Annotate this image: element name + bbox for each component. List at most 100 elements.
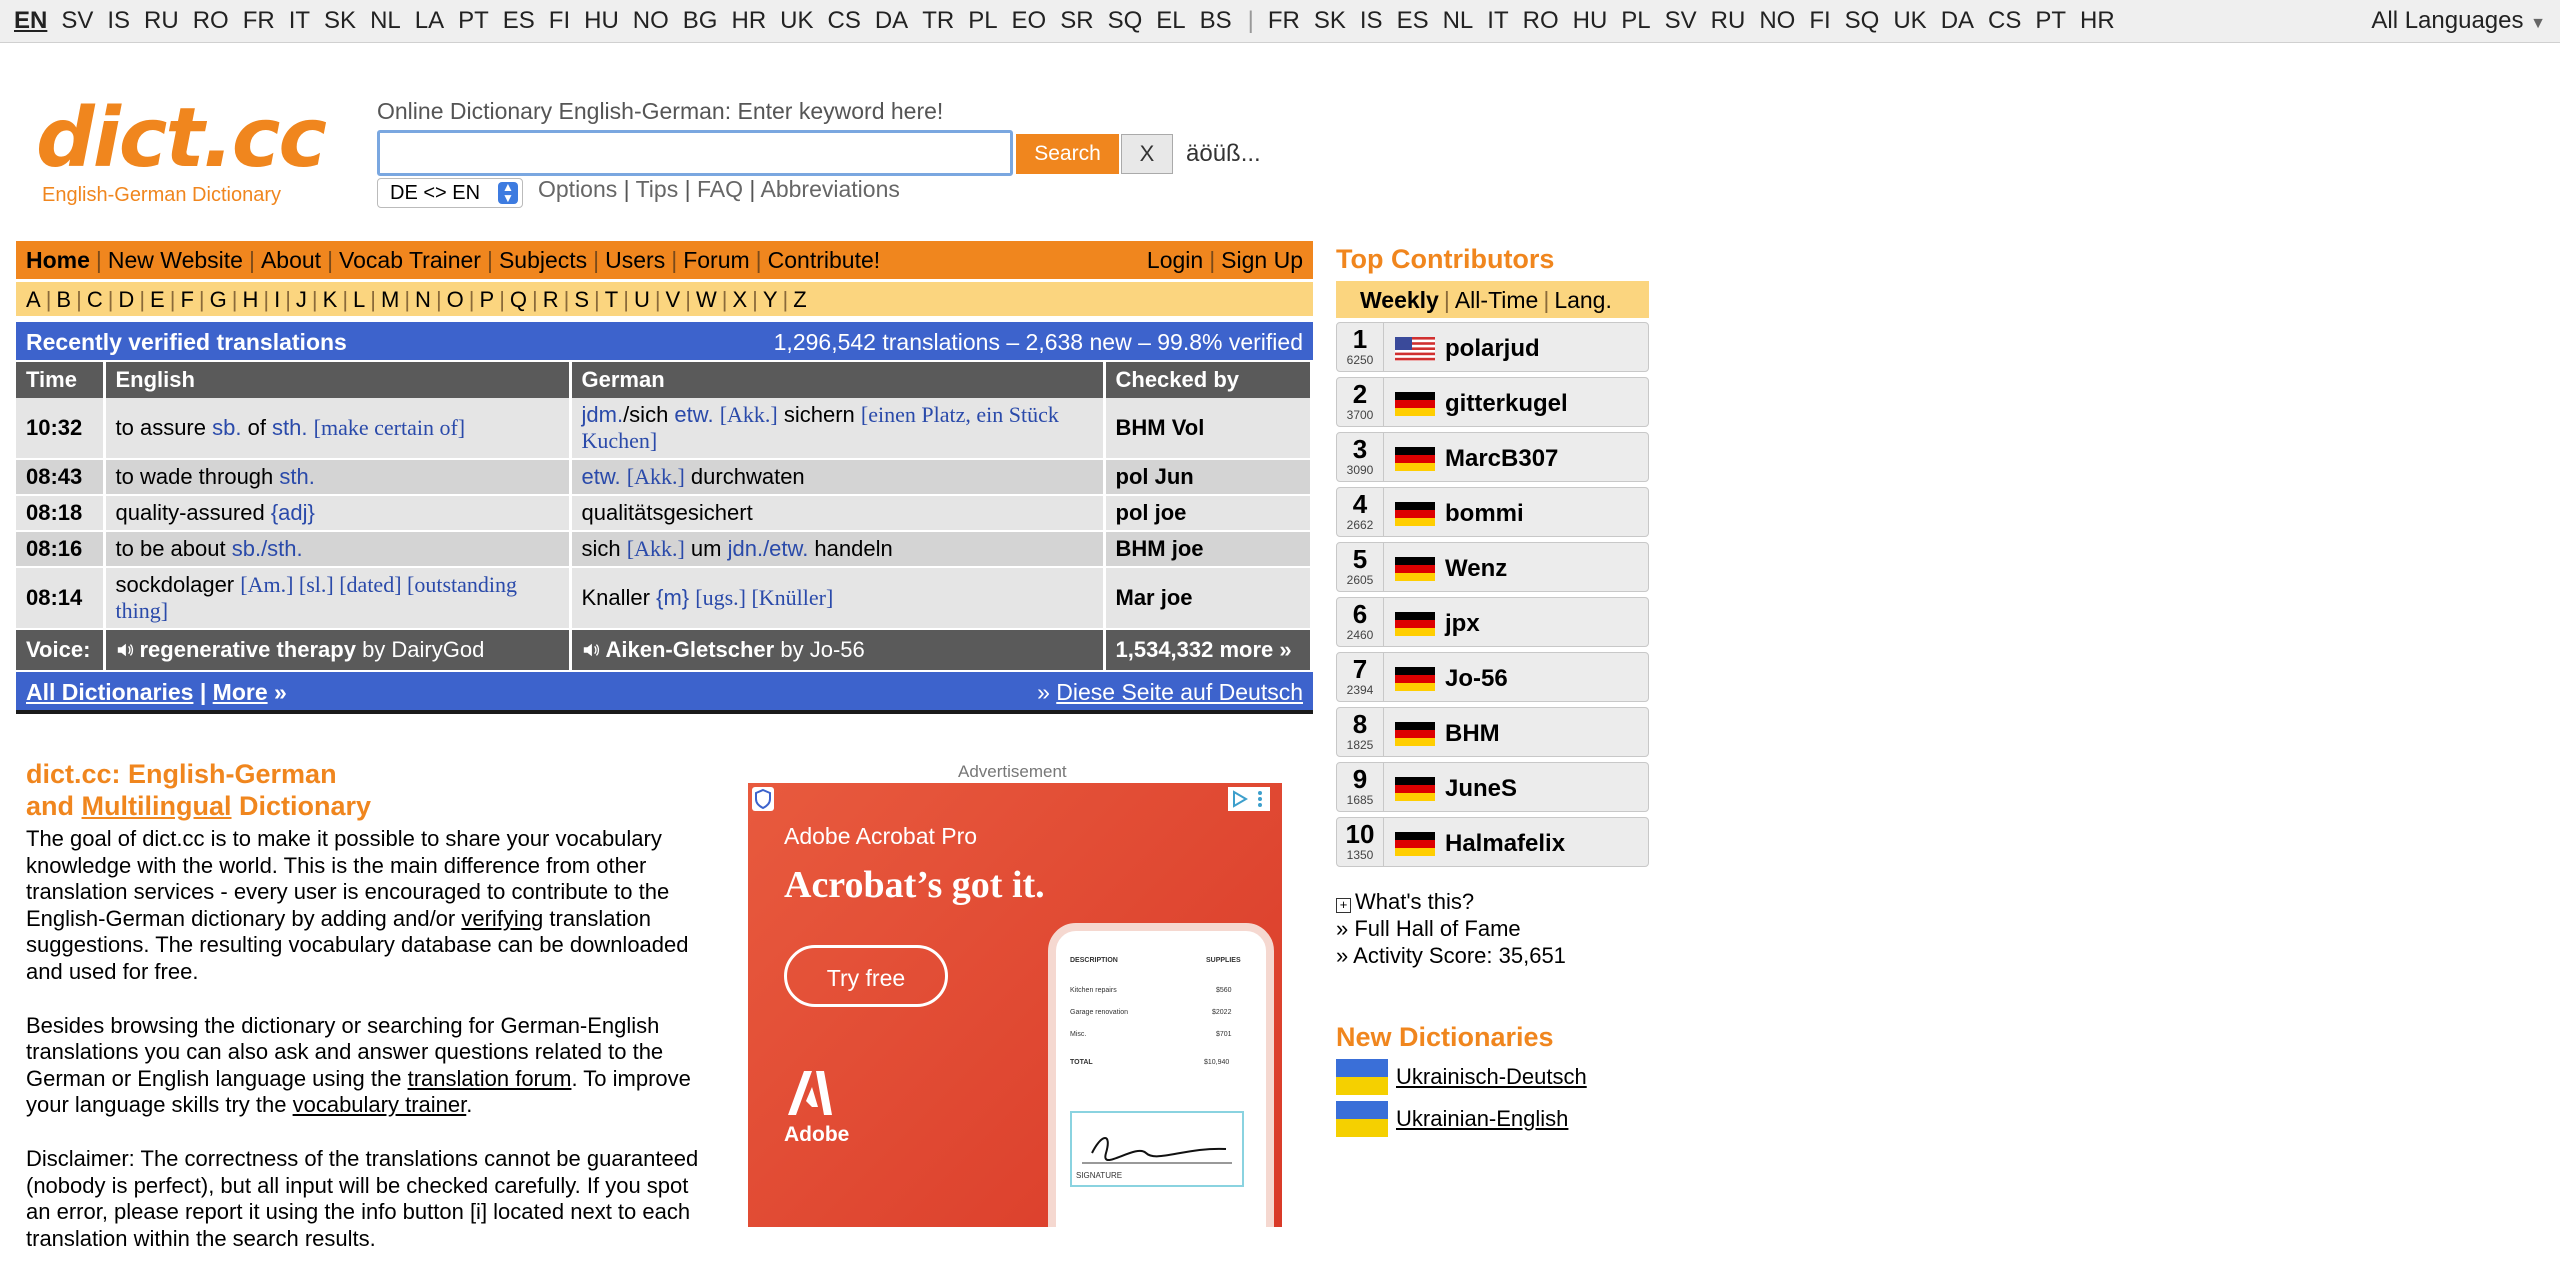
nav-item-users[interactable]: Users (605, 247, 665, 273)
language-link-tr[interactable]: TR (922, 7, 954, 34)
language-link-es[interactable]: ES (503, 7, 535, 34)
table-row[interactable]: 08:14 sockdolager [Am.] [sl.] [dated] [o… (16, 567, 1313, 630)
all-dictionaries-link[interactable]: All Dictionaries (26, 679, 193, 705)
special-characters-link[interactable]: äöüß... (1186, 140, 1261, 168)
language-link-it[interactable]: IT (1487, 7, 1508, 34)
table-row[interactable]: 08:18 quality-assured {adj} qualitätsges… (16, 495, 1313, 532)
alphabet-link-m[interactable]: M (381, 287, 399, 312)
adchoices-icon[interactable] (1228, 787, 1270, 811)
alphabet-link-n[interactable]: N (415, 287, 431, 312)
alphabet-link-f[interactable]: F (180, 287, 193, 312)
language-link-sk[interactable]: SK (1314, 7, 1346, 34)
contributor-name[interactable]: BHM (1445, 720, 1500, 748)
alphabet-link-t[interactable]: T (605, 287, 618, 312)
nav-item-contribute[interactable]: Contribute! (768, 247, 881, 273)
language-link-sr[interactable]: SR (1060, 7, 1093, 34)
language-link-bs[interactable]: BS (1200, 7, 1232, 34)
contributor-name[interactable]: jpx (1445, 610, 1480, 638)
nav-item-about[interactable]: About (261, 247, 321, 273)
alphabet-link-a[interactable]: A (26, 287, 41, 312)
signup-link[interactable]: Sign Up (1221, 247, 1303, 273)
alphabet-link-i[interactable]: I (274, 287, 280, 312)
tab-lang[interactable]: Lang. (1554, 287, 1612, 313)
faq-link[interactable]: FAQ (697, 176, 743, 202)
language-link-fi[interactable]: FI (549, 7, 570, 34)
language-link-uk[interactable]: UK (1893, 7, 1926, 34)
direction-select[interactable]: DE <> EN ▲ ▼ (377, 178, 523, 208)
language-link-sk[interactable]: SK (324, 7, 356, 34)
language-link-sv[interactable]: SV (1665, 7, 1697, 34)
language-link-pt[interactable]: PT (2035, 7, 2066, 34)
language-link-sq[interactable]: SQ (1845, 7, 1880, 34)
tips-link[interactable]: Tips (636, 176, 679, 202)
language-link-no[interactable]: NO (633, 7, 669, 34)
contributor-row[interactable]: 7 2394 Jo-56 (1336, 652, 1649, 702)
alphabet-link-h[interactable]: H (242, 287, 258, 312)
voice-more-link[interactable]: 1,534,332 more » (1104, 629, 1313, 672)
contributor-name[interactable]: Halmafelix (1445, 830, 1565, 858)
contributor-name[interactable]: Wenz (1445, 555, 1507, 583)
language-link-es[interactable]: ES (1397, 7, 1429, 34)
language-link-is[interactable]: IS (1360, 7, 1383, 34)
language-link-hu[interactable]: HU (1573, 7, 1608, 34)
alphabet-link-e[interactable]: E (150, 287, 165, 312)
contributor-row[interactable]: 4 2662 bommi (1336, 487, 1649, 537)
contributor-row[interactable]: 2 3700 gitterkugel (1336, 377, 1649, 427)
language-link-nl[interactable]: NL (1443, 7, 1474, 34)
tab-weekly[interactable]: Weekly (1360, 287, 1439, 313)
alphabet-link-g[interactable]: G (210, 287, 227, 312)
login-link[interactable]: Login (1147, 247, 1203, 273)
language-link-hr[interactable]: HR (731, 7, 766, 34)
new-dictionary-link[interactable]: Ukrainisch-Deutsch (1396, 1064, 1587, 1090)
language-link-uk[interactable]: UK (780, 7, 813, 34)
alphabet-link-v[interactable]: V (666, 287, 681, 312)
abbreviations-link[interactable]: Abbreviations (761, 176, 900, 202)
alphabet-link-r[interactable]: R (543, 287, 559, 312)
all-languages-dropdown[interactable]: All Languages ▼ (2371, 7, 2546, 35)
more-link[interactable]: More (213, 679, 268, 705)
alphabet-link-c[interactable]: C (87, 287, 103, 312)
vocabulary-trainer-link[interactable]: vocabulary trainer (293, 1092, 467, 1117)
contributor-name[interactable]: bommi (1445, 500, 1524, 528)
multilingual-link[interactable]: Multilingual (82, 791, 232, 821)
new-dictionary-item[interactable]: Ukrainisch-Deutsch (1336, 1059, 1736, 1097)
tab-alltime[interactable]: All-Time (1455, 287, 1538, 313)
language-link-da[interactable]: DA (875, 7, 908, 34)
table-row[interactable]: 08:16 to be about sb./sth. sich [Akk.] u… (16, 531, 1313, 568)
language-link-it[interactable]: IT (289, 7, 310, 34)
language-link-pl[interactable]: PL (968, 7, 997, 34)
contributor-row[interactable]: 10 1350 Halmafelix (1336, 817, 1649, 867)
language-link-el[interactable]: EL (1156, 7, 1185, 34)
language-link-la[interactable]: LA (415, 7, 444, 34)
alphabet-link-k[interactable]: K (323, 287, 338, 312)
contributor-row[interactable]: 1 6250 polarjud (1336, 322, 1649, 372)
clear-button[interactable]: X (1121, 134, 1173, 174)
language-link-ro[interactable]: RO (193, 7, 229, 34)
table-row[interactable]: 08:43 to wade through sth. etw. [Akk.] d… (16, 459, 1313, 496)
whats-this-link[interactable]: What's this? (1355, 889, 1474, 914)
alphabet-link-o[interactable]: O (447, 287, 464, 312)
alphabet-link-d[interactable]: D (118, 287, 134, 312)
voice-english[interactable]: regenerative therapy by DairyGod (104, 629, 572, 672)
language-link-bg[interactable]: BG (683, 7, 718, 34)
table-row[interactable]: 10:32 to assure sb. of sth. [make certai… (16, 398, 1313, 460)
language-link-is[interactable]: IS (107, 7, 130, 34)
nav-item-forum[interactable]: Forum (683, 247, 749, 273)
alphabet-link-s[interactable]: S (574, 287, 589, 312)
contributor-row[interactable]: 9 1685 JuneS (1336, 762, 1649, 812)
german-page-link[interactable]: Diese Seite auf Deutsch (1056, 679, 1303, 705)
contributor-name[interactable]: JuneS (1445, 775, 1517, 803)
translation-forum-link[interactable]: translation forum (408, 1066, 572, 1091)
language-link-pl[interactable]: PL (1621, 7, 1650, 34)
search-input[interactable] (377, 130, 1013, 176)
language-link-sq[interactable]: SQ (1108, 7, 1143, 34)
language-link-eo[interactable]: EO (1012, 7, 1047, 34)
language-link-cs[interactable]: CS (1988, 7, 2021, 34)
contributor-row[interactable]: 6 2460 jpx (1336, 597, 1649, 647)
nav-item-vocab-trainer[interactable]: Vocab Trainer (339, 247, 481, 273)
contributor-name[interactable]: polarjud (1445, 335, 1540, 363)
contributor-name[interactable]: MarcB307 (1445, 445, 1558, 473)
options-link[interactable]: Options (538, 176, 617, 202)
ad-shield-icon[interactable] (752, 787, 774, 811)
language-link-da[interactable]: DA (1941, 7, 1974, 34)
